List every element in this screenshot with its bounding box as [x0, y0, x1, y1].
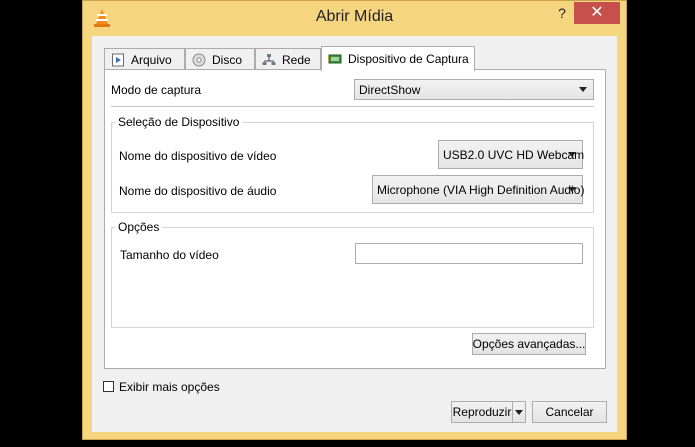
- network-icon: [262, 53, 276, 65]
- capture-mode-label: Modo de captura: [111, 83, 202, 97]
- options-title: Opções: [115, 220, 163, 234]
- divider: [111, 106, 594, 107]
- audio-device-label: Nome do dispositivo de áudio: [119, 184, 277, 198]
- file-icon: [112, 53, 124, 66]
- video-size-input[interactable]: [355, 243, 583, 264]
- video-device-value: USB2.0 UVC HD Webcam: [443, 147, 585, 162]
- chevron-down-icon: [568, 186, 576, 192]
- options-group: Opções Tamanho do vídeo: [111, 220, 594, 328]
- video-size-label: Tamanho do vídeo: [120, 248, 219, 262]
- cancel-button[interactable]: Cancelar: [532, 401, 607, 423]
- device-selection-title: Seleção de Dispositivo: [115, 115, 243, 129]
- capture-mode-select[interactable]: DirectShow: [354, 79, 594, 100]
- disc-icon: [192, 53, 206, 66]
- device-selection-group: Seleção de Dispositivo Nome do dispositi…: [111, 115, 594, 213]
- help-button[interactable]: ?: [549, 5, 575, 25]
- window-title: Abrir Mídia: [315, 8, 394, 25]
- tab-disco[interactable]: Disco: [185, 48, 255, 70]
- chevron-down-icon: [515, 410, 523, 415]
- capture-device-icon: [328, 54, 342, 64]
- chevron-down-icon: [579, 86, 587, 92]
- tab-dispositivo-de-captura[interactable]: Dispositivo de Captura: [321, 46, 475, 71]
- tab-label: Arquivo: [131, 52, 172, 67]
- tab-arquivo[interactable]: Arquivo: [104, 48, 185, 70]
- chevron-down-icon: [568, 151, 576, 157]
- audio-device-value: Microphone (VIA High Definition Audio): [377, 182, 585, 197]
- close-button[interactable]: ✕: [574, 2, 620, 24]
- play-button[interactable]: Reproduzir: [451, 401, 513, 423]
- audio-device-select[interactable]: Microphone (VIA High Definition Audio): [372, 175, 585, 204]
- advanced-options-button[interactable]: Opções avançadas...: [472, 333, 586, 355]
- open-media-dialog: Abrir Mídia ? ✕ Arquivo Disco Rede Dispo…: [82, 0, 627, 440]
- capture-device-panel: Modo de captura DirectShow Seleção de Di…: [104, 69, 606, 369]
- video-device-label: Nome do dispositivo de vídeo: [119, 149, 277, 163]
- tab-label: Disco: [212, 52, 243, 67]
- capture-mode-value: DirectShow: [359, 82, 421, 97]
- show-more-options-label: Exibir mais opções: [119, 380, 220, 394]
- show-more-options-checkbox[interactable]: [103, 381, 114, 392]
- dialog-client-area: Arquivo Disco Rede Dispositivo de Captur…: [92, 36, 617, 432]
- tab-label: Dispositivo de Captura: [348, 52, 469, 66]
- tab-label: Rede: [282, 52, 311, 67]
- play-options-dropdown[interactable]: [512, 401, 526, 423]
- tab-rede[interactable]: Rede: [255, 48, 321, 70]
- video-device-select[interactable]: USB2.0 UVC HD Webcam: [438, 140, 585, 169]
- title-bar[interactable]: Abrir Mídia ? ✕: [83, 1, 626, 36]
